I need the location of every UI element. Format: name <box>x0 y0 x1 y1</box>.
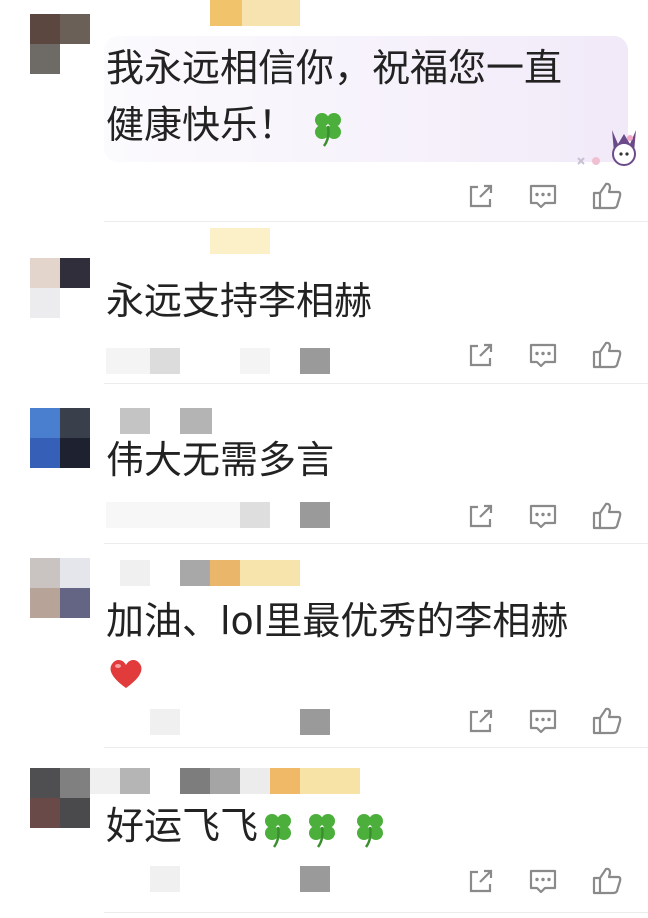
comment-item: 好运飞飞 <box>0 748 648 918</box>
share-button[interactable] <box>464 704 498 738</box>
like-icon <box>592 502 622 530</box>
share-button[interactable] <box>464 338 498 372</box>
like-button[interactable] <box>590 179 624 213</box>
kuromi-sticker-icon <box>577 130 636 166</box>
like-icon <box>592 707 622 735</box>
comment-actions <box>464 338 624 372</box>
like-icon <box>592 341 622 369</box>
username-blurred[interactable] <box>210 228 270 254</box>
comment-text: 伟大无需多言 <box>106 438 335 482</box>
like-icon <box>592 182 622 210</box>
comment-meta-blurred <box>106 709 406 735</box>
avatar[interactable] <box>30 408 90 468</box>
like-button[interactable] <box>590 864 624 898</box>
username-blurred[interactable] <box>120 560 300 586</box>
share-icon <box>469 184 493 208</box>
comment-item: 我永远相信你，祝福您一直 健康快乐！ <box>0 0 648 226</box>
comment-text: 好运飞飞 <box>106 798 394 854</box>
comment-meta-blurred <box>106 866 406 892</box>
comment-emoji-line <box>106 642 146 698</box>
avatar[interactable] <box>30 768 90 828</box>
username-blurred[interactable] <box>210 0 300 26</box>
username-blurred[interactable] <box>90 768 360 794</box>
share-button[interactable] <box>464 864 498 898</box>
clover-icon <box>357 813 384 848</box>
comment-icon <box>529 504 557 529</box>
like-button[interactable] <box>590 338 624 372</box>
comment-actions <box>464 864 624 898</box>
comment-meta-blurred <box>106 502 406 528</box>
comment-icon <box>529 869 557 894</box>
comment-meta-blurred <box>106 348 406 374</box>
username-blurred[interactable] <box>120 408 212 434</box>
comment-actions <box>464 499 624 533</box>
share-icon <box>469 869 493 893</box>
reply-button[interactable] <box>526 704 560 738</box>
comment-item: 伟大无需多言 <box>0 384 648 544</box>
comment-icon <box>529 184 557 209</box>
reply-button[interactable] <box>526 338 560 372</box>
comment-item: 永远支持李相赫 <box>0 226 648 384</box>
like-icon <box>592 867 622 895</box>
clover-icon <box>315 112 342 147</box>
avatar[interactable] <box>30 14 90 74</box>
comment-item: 加油、lol里最优秀的李相赫 <box>0 544 648 748</box>
reply-button[interactable] <box>526 179 560 213</box>
share-button[interactable] <box>464 179 498 213</box>
divider <box>104 912 648 913</box>
share-icon <box>469 504 493 528</box>
divider <box>104 221 648 222</box>
avatar[interactable] <box>30 258 90 318</box>
comment-actions <box>464 704 624 738</box>
like-button[interactable] <box>590 499 624 533</box>
comment-icon <box>529 709 557 734</box>
reply-button[interactable] <box>526 499 560 533</box>
comment-text: 加油、lol里最优秀的李相赫 <box>106 599 569 643</box>
clover-icon <box>265 813 292 848</box>
comment-actions <box>464 179 624 213</box>
comment-text: 健康快乐！ <box>106 97 348 153</box>
comment-text: 永远支持李相赫 <box>106 279 373 323</box>
like-button[interactable] <box>590 704 624 738</box>
clover-icon <box>309 813 336 848</box>
share-icon <box>469 709 493 733</box>
comment-icon <box>529 343 557 368</box>
share-button[interactable] <box>464 499 498 533</box>
share-icon <box>469 343 493 367</box>
reply-button[interactable] <box>526 864 560 898</box>
avatar[interactable] <box>30 558 90 618</box>
comment-text: 我永远相信你，祝福您一直 <box>106 46 563 90</box>
heart-icon <box>110 659 142 688</box>
